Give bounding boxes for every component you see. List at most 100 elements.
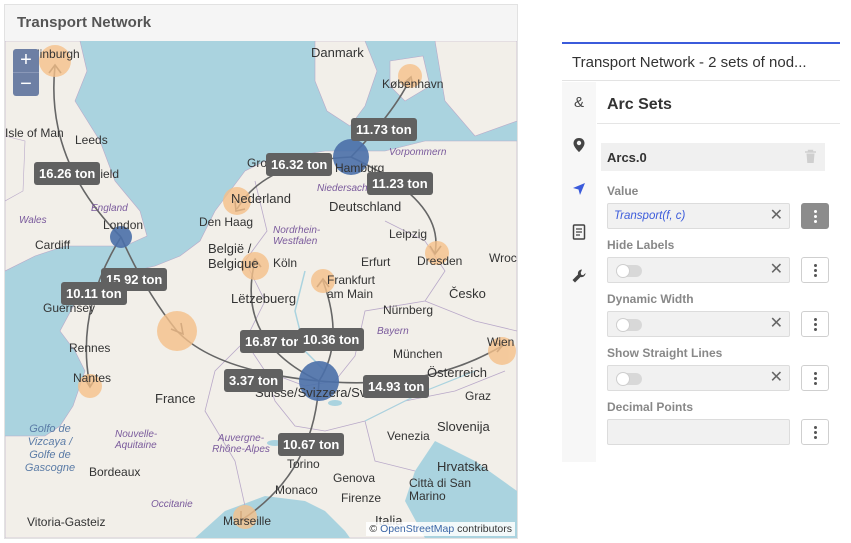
region-label: Nouvelle-Aquitaine: [115, 429, 158, 451]
arc-label: 16.32 ton: [266, 153, 333, 176]
more-vertical-icon: [814, 372, 817, 387]
value-menu-button[interactable]: [801, 203, 829, 229]
decimal-points-menu-button[interactable]: [801, 419, 829, 445]
place-label: Firenze: [341, 491, 382, 505]
sea-label: Golfo de Vizcaya / Golfe de Gascogne: [24, 423, 76, 474]
arc-label: 10.11 ton: [61, 282, 127, 305]
hide-labels-label: Hide Labels: [607, 238, 675, 252]
properties-panel: Transport Network - 2 sets of nod... & A…: [562, 42, 840, 462]
place-label: Dresden: [417, 254, 463, 268]
country-label: France: [155, 391, 196, 406]
place-label: Den Haag: [199, 215, 254, 229]
show-straight-lines-toggle[interactable]: [616, 372, 642, 386]
arc-label: 14.93 ton: [363, 375, 430, 398]
arc-label: 10.36 ton: [298, 328, 365, 351]
show-straight-lines-field: ✕: [607, 365, 790, 391]
navigation-arrow-icon[interactable]: [570, 181, 588, 199]
map-canvas[interactable]: Edinburgh Danmark København Leeds Isle o…: [5, 41, 517, 538]
panel-tab-strip: &: [562, 82, 596, 462]
arc-label: 11.73 ton: [351, 118, 417, 141]
region-label: Vorpommern: [389, 147, 447, 158]
country-label: Österreich: [427, 365, 487, 380]
toggle-knob: [616, 318, 630, 332]
country-label: Česko: [449, 286, 486, 301]
dynamic-width-menu-button[interactable]: [801, 311, 829, 337]
value-label: Value: [607, 184, 639, 198]
more-vertical-icon: [814, 318, 817, 333]
region-label: Auvergne-Rhône-Alpes: [212, 433, 270, 455]
value-expression: Transport(f, c): [614, 210, 686, 222]
section-divider: [597, 123, 840, 124]
hide-labels-menu-button[interactable]: [801, 257, 829, 283]
place-label: Rennes: [69, 341, 111, 355]
trash-icon[interactable]: [804, 149, 817, 164]
place-label: Monaco: [275, 483, 318, 497]
region-label: England: [91, 203, 128, 214]
show-straight-lines-menu-button[interactable]: [801, 365, 829, 391]
document-icon[interactable]: [570, 224, 588, 242]
place-label: Frankfurt am Main: [327, 273, 376, 301]
region-label: Bayern: [377, 326, 409, 337]
dynamic-width-label: Dynamic Width: [607, 292, 694, 306]
country-label: Deutschland: [329, 199, 402, 214]
toggle-knob: [616, 372, 630, 386]
arc-label: 16.87 ton: [240, 330, 307, 353]
place-label: Leipzig: [389, 227, 428, 241]
place-label: Köln: [273, 256, 298, 270]
dynamic-width-toggle[interactable]: [616, 318, 642, 332]
arc-set-header[interactable]: Arcs.0: [601, 143, 825, 171]
place-label: London: [103, 218, 144, 232]
decimal-points-label: Decimal Points: [607, 400, 694, 414]
country-label: Slovenija: [437, 419, 490, 434]
hide-labels-toggle[interactable]: [616, 264, 642, 278]
place-label: Torino: [287, 457, 320, 471]
ampersand-icon[interactable]: &: [570, 94, 588, 112]
arc-label: 10.67 ton: [278, 433, 345, 456]
place-label: København: [382, 77, 444, 91]
zoom-out-button[interactable]: −: [13, 72, 39, 96]
place-label: Vitoria-Gasteiz: [27, 515, 106, 529]
more-vertical-icon: [814, 210, 817, 225]
zoom-in-button[interactable]: +: [13, 49, 39, 72]
place-label: Città di San Marino: [409, 476, 472, 503]
place-label: München: [393, 347, 443, 361]
clear-icon[interactable]: ✕: [770, 261, 783, 279]
panel-body: Arc Sets Arcs.0 Value Transport(f, c) ✕ …: [597, 82, 840, 462]
openstreetmap-link[interactable]: OpenStreetMap: [380, 523, 454, 535]
place-label: Wrocław: [489, 251, 517, 265]
clear-icon[interactable]: ✕: [770, 369, 783, 387]
place-label: Graz: [465, 389, 492, 403]
region-label: Occitanie: [151, 499, 193, 510]
place-label: Erfurt: [361, 255, 391, 269]
arc-label: 11.23 ton: [367, 172, 433, 195]
more-vertical-icon: [814, 264, 817, 279]
value-field[interactable]: Transport(f, c) ✕: [607, 203, 790, 229]
map-widget-title: Transport Network: [17, 14, 152, 31]
dynamic-width-field: ✕: [607, 311, 790, 337]
map-widget: Transport Network Edinburgh Danmark Købe…: [4, 4, 518, 539]
country-label: Lëtzebuerg: [231, 291, 297, 306]
country-label: België / Belgique: [208, 241, 259, 271]
place-label: Nantes: [73, 371, 112, 385]
country-label: Hrvatska: [437, 459, 489, 474]
place-label: Genova: [333, 471, 376, 485]
hide-labels-field: ✕: [607, 257, 790, 283]
place-label: Wien: [487, 335, 515, 349]
map-pin-icon[interactable]: [570, 137, 588, 155]
panel-title: Transport Network - 2 sets of nod...: [572, 54, 807, 71]
place-label: Nürnberg: [383, 303, 434, 317]
place-label: Marseille: [223, 514, 272, 528]
region-label: Nordrhein-Westfalen: [273, 225, 321, 247]
place-label: Bordeaux: [89, 465, 141, 479]
country-label: Nederland: [231, 191, 291, 206]
decimal-points-field[interactable]: [607, 419, 790, 445]
place-label: Venezia: [387, 429, 430, 443]
panel-divider: [562, 80, 840, 81]
show-straight-lines-label: Show Straight Lines: [607, 346, 723, 360]
clear-icon[interactable]: ✕: [770, 315, 783, 333]
more-vertical-icon: [814, 426, 817, 441]
place-label: Danmark: [311, 45, 364, 60]
clear-icon[interactable]: ✕: [770, 207, 783, 225]
zoom-control: + −: [13, 49, 39, 96]
wrench-icon[interactable]: [570, 268, 588, 286]
